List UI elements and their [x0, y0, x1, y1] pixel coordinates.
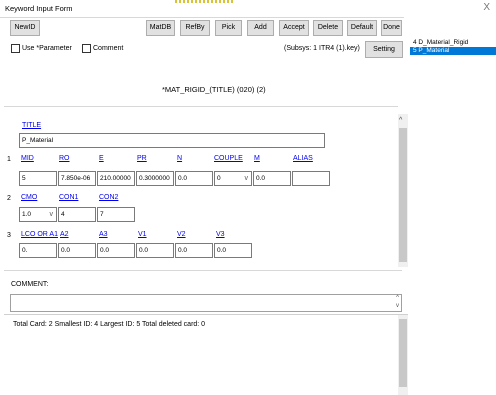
card1-label-alias[interactable]: ALIAS — [293, 155, 313, 162]
add-button[interactable]: Add — [247, 20, 274, 36]
card3-label-lco[interactable]: LCO OR A1 — [21, 231, 58, 238]
list-item[interactable]: 4 D_Material_Rigid — [410, 39, 496, 47]
card2-label-con1[interactable]: CON1 — [59, 194, 78, 201]
pick-button[interactable]: Pick — [215, 20, 242, 36]
scroll-up-icon[interactable]: ^ — [399, 117, 402, 124]
card1-input-ro[interactable]: 7.850e-06 — [58, 171, 96, 186]
accept-button[interactable]: Accept — [279, 20, 309, 36]
card1-input-pr[interactable]: 0.3000000 — [136, 171, 174, 186]
status-text: Total Card: 2 Smallest ID: 4 Largest ID:… — [13, 321, 206, 328]
newid-button[interactable]: NewID — [10, 20, 40, 36]
done-button[interactable]: Done — [381, 20, 402, 36]
card1-label-m[interactable]: M — [254, 155, 260, 162]
comment-scroll-up-icon[interactable]: ^ — [396, 295, 399, 301]
card-number: 2 — [7, 195, 11, 202]
header-divider — [4, 106, 398, 107]
card3-label-a2[interactable]: A2 — [60, 231, 69, 238]
card3-label-v3[interactable]: V3 — [216, 231, 225, 238]
card3-input-v1[interactable]: 0.0 — [136, 243, 174, 258]
matdb-button[interactable]: MatDB — [146, 20, 175, 36]
refby-button[interactable]: RefBy — [180, 20, 210, 36]
comment-checkbox-label: Comment — [93, 45, 124, 52]
cmo-select[interactable]: 1.0 v — [19, 207, 57, 222]
decorative-strip — [175, 0, 233, 3]
comment-label: COMMENT: — [11, 281, 49, 288]
couple-select[interactable]: 0 v — [214, 171, 252, 186]
form-scrollbar[interactable]: ^ — [398, 114, 408, 267]
setting-button[interactable]: Setting — [365, 41, 403, 58]
use-parameter-label: Use *Parameter — [22, 45, 72, 52]
card1-label-n[interactable]: N — [177, 155, 182, 162]
card3-label-a3[interactable]: A3 — [99, 231, 108, 238]
form-scrollbar-thumb[interactable] — [399, 128, 407, 262]
card-number: 3 — [7, 232, 11, 239]
close-icon[interactable]: X — [483, 2, 490, 13]
status-scrollbar-thumb[interactable] — [399, 319, 407, 387]
chevron-down-icon[interactable]: v — [50, 208, 54, 221]
cmo-select-value: 1.0 — [22, 211, 32, 218]
card1-input-alias[interactable] — [292, 171, 330, 186]
chevron-down-icon[interactable]: v — [245, 172, 249, 185]
card1-input-m[interactable]: 0.0 — [253, 171, 291, 186]
card-number: 1 — [7, 156, 11, 163]
keyword-list[interactable]: 4 D_Material_Rigid 5 P_Material — [410, 39, 496, 63]
title-field-label[interactable]: TITLE — [22, 122, 41, 129]
card2-input-con2[interactable]: 7 — [97, 207, 135, 222]
card1-label-e[interactable]: E — [99, 155, 104, 162]
card1-input-n[interactable]: 0.0 — [175, 171, 213, 186]
comment-scroll-down-icon[interactable]: v — [396, 303, 399, 309]
subsys-label: (Subsys: 1 ITR4 (1).key) — [284, 45, 360, 52]
card1-label-couple[interactable]: COUPLE — [214, 155, 243, 162]
default-button[interactable]: Default — [347, 20, 377, 36]
card3-input-a2[interactable]: 0.0 — [58, 243, 96, 258]
card1-label-mid[interactable]: MID — [21, 155, 34, 162]
use-parameter-checkbox[interactable] — [11, 44, 20, 53]
couple-select-value: 0 — [217, 175, 221, 182]
window-title: Keyword Input Form — [5, 4, 73, 13]
card3-input-lco[interactable]: 0. — [19, 243, 57, 258]
comment-checkbox[interactable] — [82, 44, 91, 53]
title-input[interactable]: P_Material — [19, 133, 325, 148]
card3-label-v2[interactable]: V2 — [177, 231, 186, 238]
card3-label-v1[interactable]: V1 — [138, 231, 147, 238]
keyword-header: *MAT_RIGID_(TITLE) (020) (2) — [162, 85, 266, 94]
title-divider — [0, 17, 404, 18]
card3-input-v2[interactable]: 0.0 — [175, 243, 213, 258]
status-scrollbar[interactable] — [398, 315, 408, 395]
list-item-selected[interactable]: 5 P_Material — [410, 47, 496, 55]
card2-label-cmo[interactable]: CMO — [21, 194, 37, 201]
comment-input[interactable]: ^ v — [10, 294, 402, 312]
card1-input-mid[interactable]: 5 — [19, 171, 57, 186]
card1-input-e[interactable]: 210.00000 — [97, 171, 135, 186]
title-bar: Keyword Input Form X — [0, 0, 496, 17]
card1-label-ro[interactable]: RO — [59, 155, 70, 162]
delete-button[interactable]: Delete — [313, 20, 343, 36]
card1-label-pr[interactable]: PR — [137, 155, 147, 162]
card3-input-v3[interactable]: 0.0 — [214, 243, 252, 258]
status-panel: Total Card: 2 Smallest ID: 4 Largest ID:… — [4, 314, 408, 395]
form-divider — [4, 270, 402, 271]
card2-label-con2[interactable]: CON2 — [99, 194, 118, 201]
card2-input-con1[interactable]: 4 — [58, 207, 96, 222]
card3-input-a3[interactable]: 0.0 — [97, 243, 135, 258]
